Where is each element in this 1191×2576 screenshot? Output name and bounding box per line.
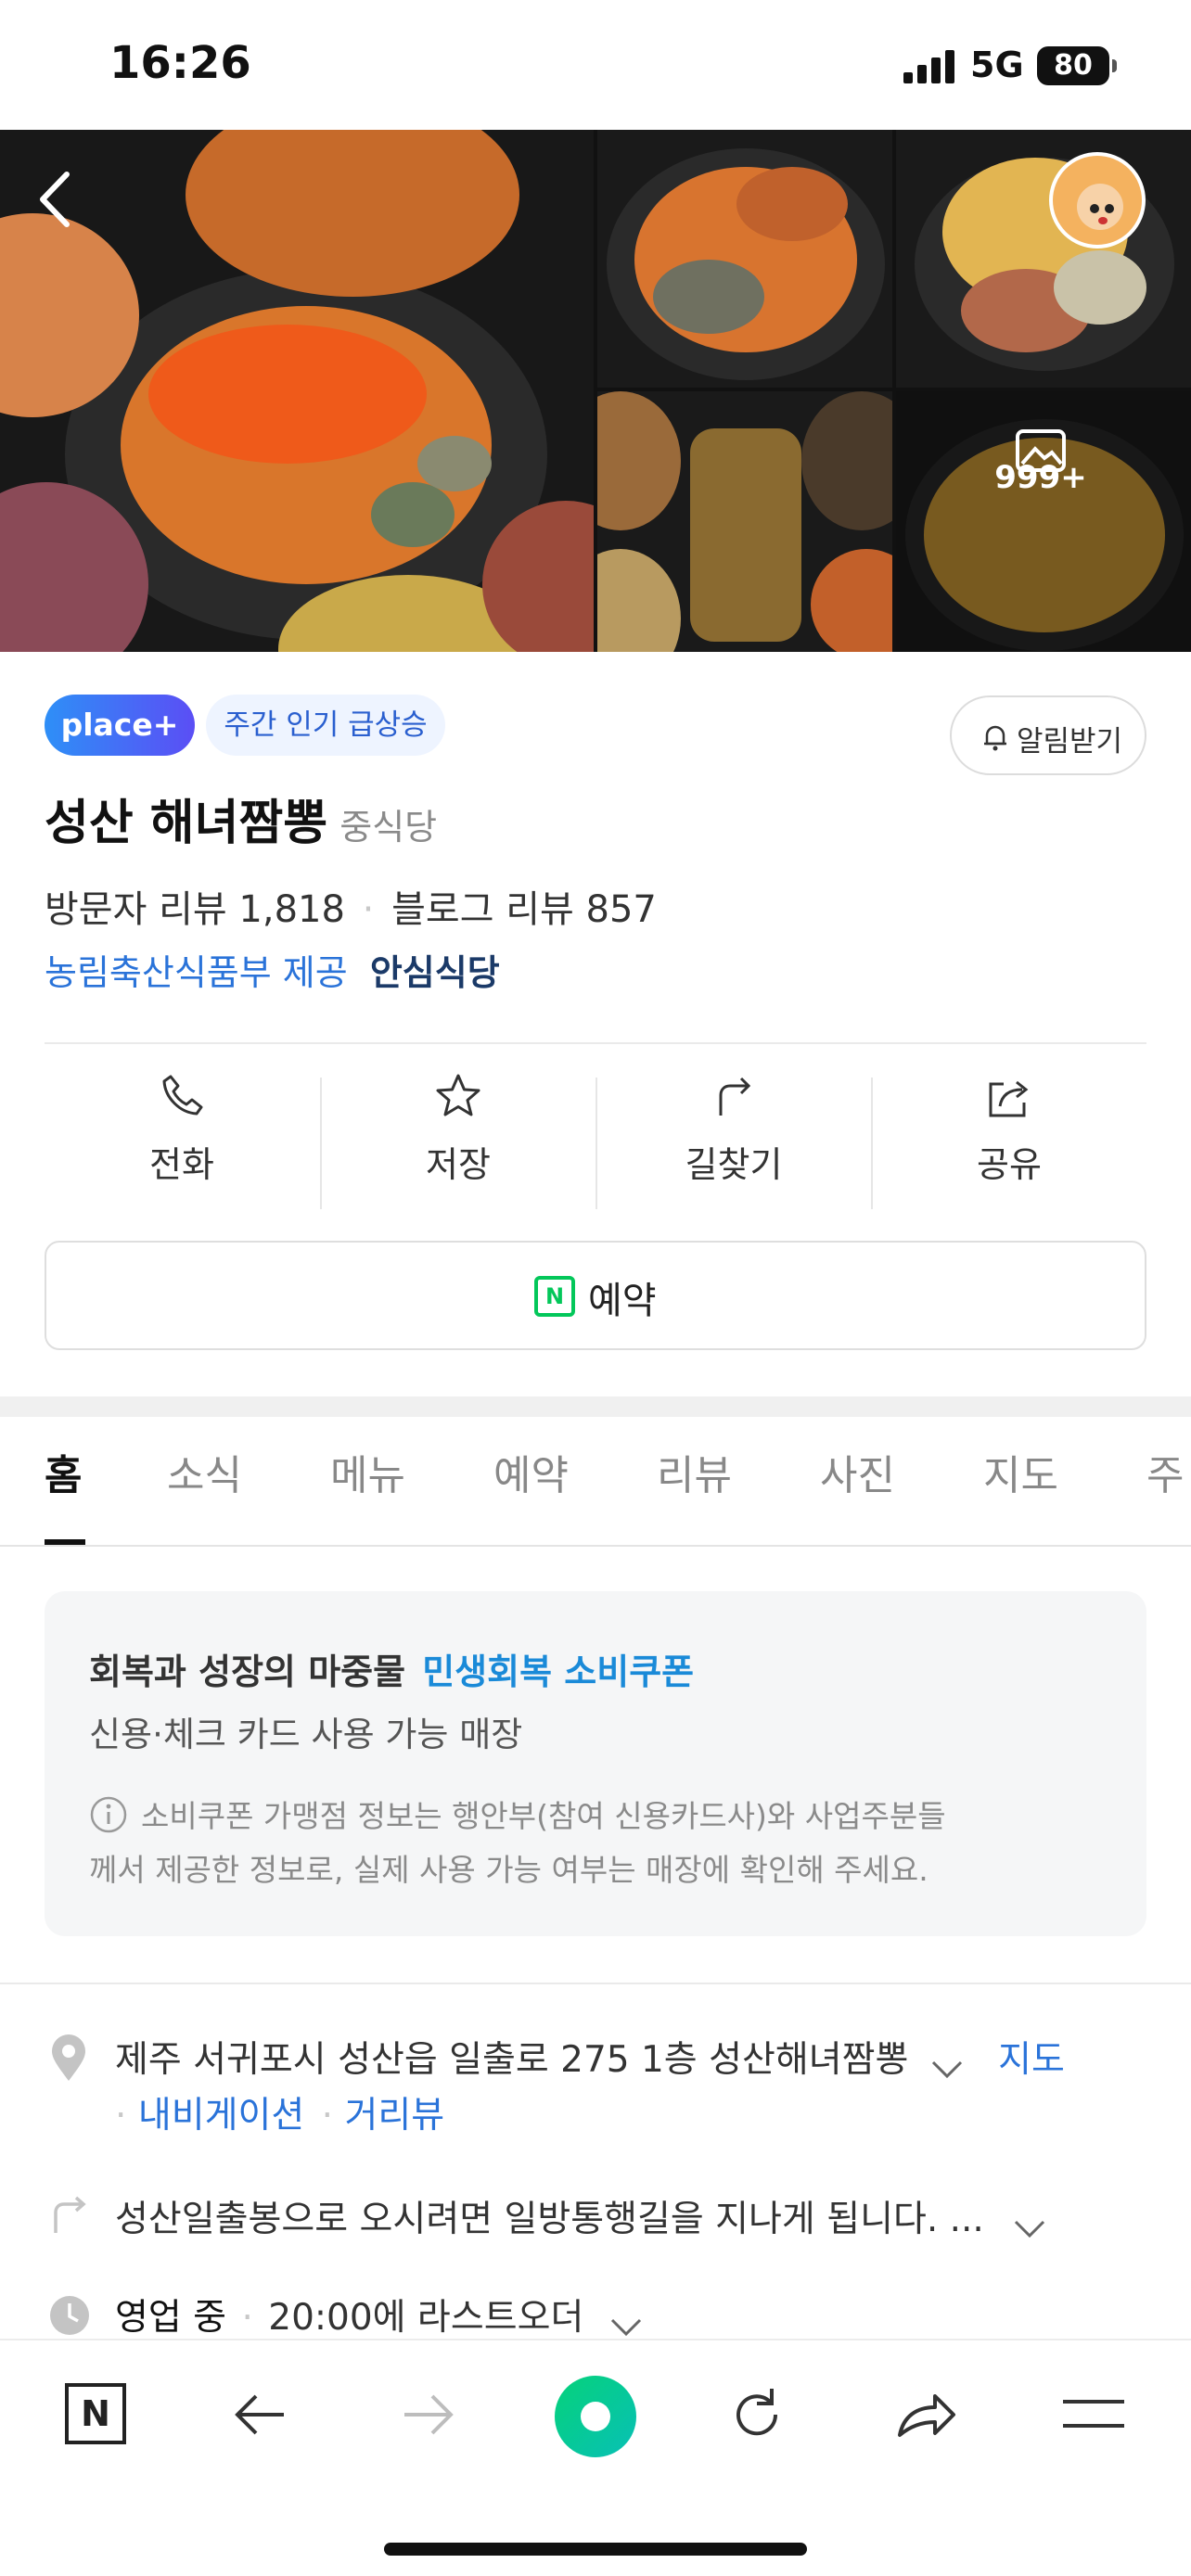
place-plus-badge[interactable]: place+ [45, 695, 195, 756]
my-avatar-icon[interactable] [1049, 152, 1146, 249]
review-summary: 방문자 리뷰 1,818 · 블로그 리뷰 857 [45, 888, 657, 931]
tab-bar: 홈 소식 메뉴 예약 리뷰 사진 지도 주 [0, 1417, 1191, 1547]
naver-calendar-icon: N [534, 1276, 575, 1317]
notify-button[interactable]: 알림받기 [950, 695, 1146, 775]
coupon-title: 회복과 성장의 마중물 민생회복 소비쿠폰 [89, 1643, 694, 1694]
green-dot-button[interactable] [555, 2376, 636, 2457]
call-button[interactable]: 전화 [45, 1071, 319, 1187]
save-button[interactable]: 저장 [321, 1071, 596, 1187]
map-link[interactable]: 지도 [998, 2039, 1065, 2081]
photo-thumb-4[interactable] [896, 391, 1191, 652]
photo-thumb-3[interactable] [597, 391, 892, 652]
chevron-down-icon[interactable] [1012, 2208, 1047, 2238]
back-arrow-icon[interactable] [230, 2387, 289, 2442]
hours-detail: 20:00에 라스트오더 [268, 2297, 584, 2339]
coupon-subtitle: 신용·체크 카드 사용 가능 매장 [89, 1715, 523, 1754]
status-time: 16:26 [109, 37, 251, 89]
place-title: 성산 해녀짬뽕 중식당 [45, 784, 437, 853]
street-view-link[interactable]: 거리뷰 [344, 2095, 444, 2136]
trend-badge[interactable]: 주간 인기 급상승 [206, 695, 445, 756]
photo-thumb-2[interactable] [896, 130, 1191, 388]
forward-arrow-icon[interactable] [399, 2387, 458, 2442]
chevron-down-icon[interactable] [608, 2306, 644, 2336]
directions-icon [596, 1071, 871, 1123]
tab-more[interactable]: 주 [1146, 1442, 1184, 1501]
share-button[interactable]: 공유 [872, 1071, 1146, 1187]
tab-active-indicator [45, 1539, 85, 1545]
reserve-label: 예약 [588, 1280, 657, 1322]
notify-label: 알림받기 [1017, 725, 1123, 759]
home-indicator [384, 2543, 807, 2556]
safe-restaurant[interactable]: 농림축산식품부 제공 안심식당 [45, 944, 500, 995]
coupon-notice-line2: 께서 제공한 정보로, 실제 사용 가능 여부는 매장에 확인해 주세요. [89, 1852, 928, 1888]
share-icon [872, 1071, 1146, 1123]
photo-count: 999+ [994, 459, 1087, 496]
address-text: 제주 서귀포시 성산읍 일출로 275 1층 성산해녀짬뽕 [115, 2039, 909, 2081]
tab-review[interactable]: 리뷰 [657, 1442, 732, 1501]
photo-gallery[interactable]: 999+ [0, 130, 1191, 652]
divider [0, 1983, 1191, 1984]
network-type: 5G [970, 45, 1024, 85]
chevron-down-icon[interactable] [929, 2048, 965, 2078]
address-row[interactable]: 제주 서귀포시 성산읍 일출로 275 1층 성산해녀짬뽕 지도 [115, 2031, 1065, 2083]
star-icon [321, 1071, 596, 1123]
phone-icon [45, 1071, 319, 1123]
naver-home-icon[interactable]: N [65, 2383, 126, 2444]
section-divider [0, 1396, 1191, 1417]
directions-text: 성산일출봉으로 오시려면 일방통행길을 지나게 됩니다. ... [115, 2199, 984, 2240]
blog-review-link[interactable]: 블로그 리뷰 857 [391, 888, 657, 931]
status-bar: 16:26 5G 80 [0, 0, 1191, 130]
info-icon [89, 1795, 128, 1834]
address-links: · 내비게이션 · 거리뷰 [115, 2095, 445, 2136]
tab-news[interactable]: 소식 [167, 1442, 242, 1501]
tab-photo[interactable]: 사진 [820, 1442, 895, 1501]
photo-thumb-1[interactable] [597, 130, 892, 388]
tab-reservation[interactable]: 예약 [493, 1442, 569, 1501]
clock-icon [48, 2294, 91, 2337]
share-arrow-icon[interactable] [894, 2383, 959, 2444]
hours-row[interactable]: 영업 중 · 20:00에 라스트오더 [115, 2289, 644, 2340]
route-icon [50, 2190, 91, 2238]
directions-label: 길찾기 [685, 1144, 783, 1185]
directions-button[interactable]: 길찾기 [596, 1071, 871, 1187]
safe-label: 안심식당 [369, 952, 500, 993]
place-name: 성산 해녀짬뽕 [45, 796, 328, 851]
back-icon[interactable] [35, 167, 91, 241]
bell-icon [980, 721, 1011, 753]
coupon-title-highlight: 민생회복 소비쿠폰 [422, 1651, 695, 1692]
reserve-button[interactable]: N 예약 [45, 1241, 1146, 1350]
coupon-banner[interactable]: 회복과 성장의 마중물 민생회복 소비쿠폰 신용·체크 카드 사용 가능 매장 … [45, 1591, 1146, 1936]
refresh-icon[interactable] [725, 2383, 788, 2446]
share-label: 공유 [977, 1144, 1042, 1185]
menu-icon[interactable] [1063, 2396, 1124, 2433]
tab-home[interactable]: 홈 [45, 1442, 82, 1501]
safe-provider: 농림축산식품부 제공 [45, 952, 348, 993]
directions-row[interactable]: 성산일출봉으로 오시려면 일방통행길을 지나게 됩니다. ... [115, 2190, 1047, 2242]
signal-icon [903, 48, 959, 83]
visitor-review-link[interactable]: 방문자 리뷰 1,818 [45, 888, 345, 931]
location-icon [48, 2034, 89, 2083]
place-category: 중식당 [339, 807, 438, 848]
coupon-title-prefix: 회복과 성장의 마중물 [89, 1651, 406, 1692]
hours-status: 영업 중 [115, 2297, 227, 2339]
call-label: 전화 [149, 1144, 214, 1185]
battery-icon: 80 [1037, 46, 1117, 85]
save-label: 저장 [426, 1144, 491, 1185]
divider [45, 1042, 1146, 1044]
tab-map[interactable]: 지도 [983, 1442, 1058, 1501]
coupon-notice-line1: 소비쿠폰 가맹점 정보는 행안부(참여 신용카드사)와 사업주분들 [141, 1798, 946, 1834]
navigation-link[interactable]: 내비게이션 [138, 2095, 304, 2136]
tab-menu[interactable]: 메뉴 [330, 1442, 405, 1501]
browser-toolbar: N [0, 2339, 1191, 2576]
